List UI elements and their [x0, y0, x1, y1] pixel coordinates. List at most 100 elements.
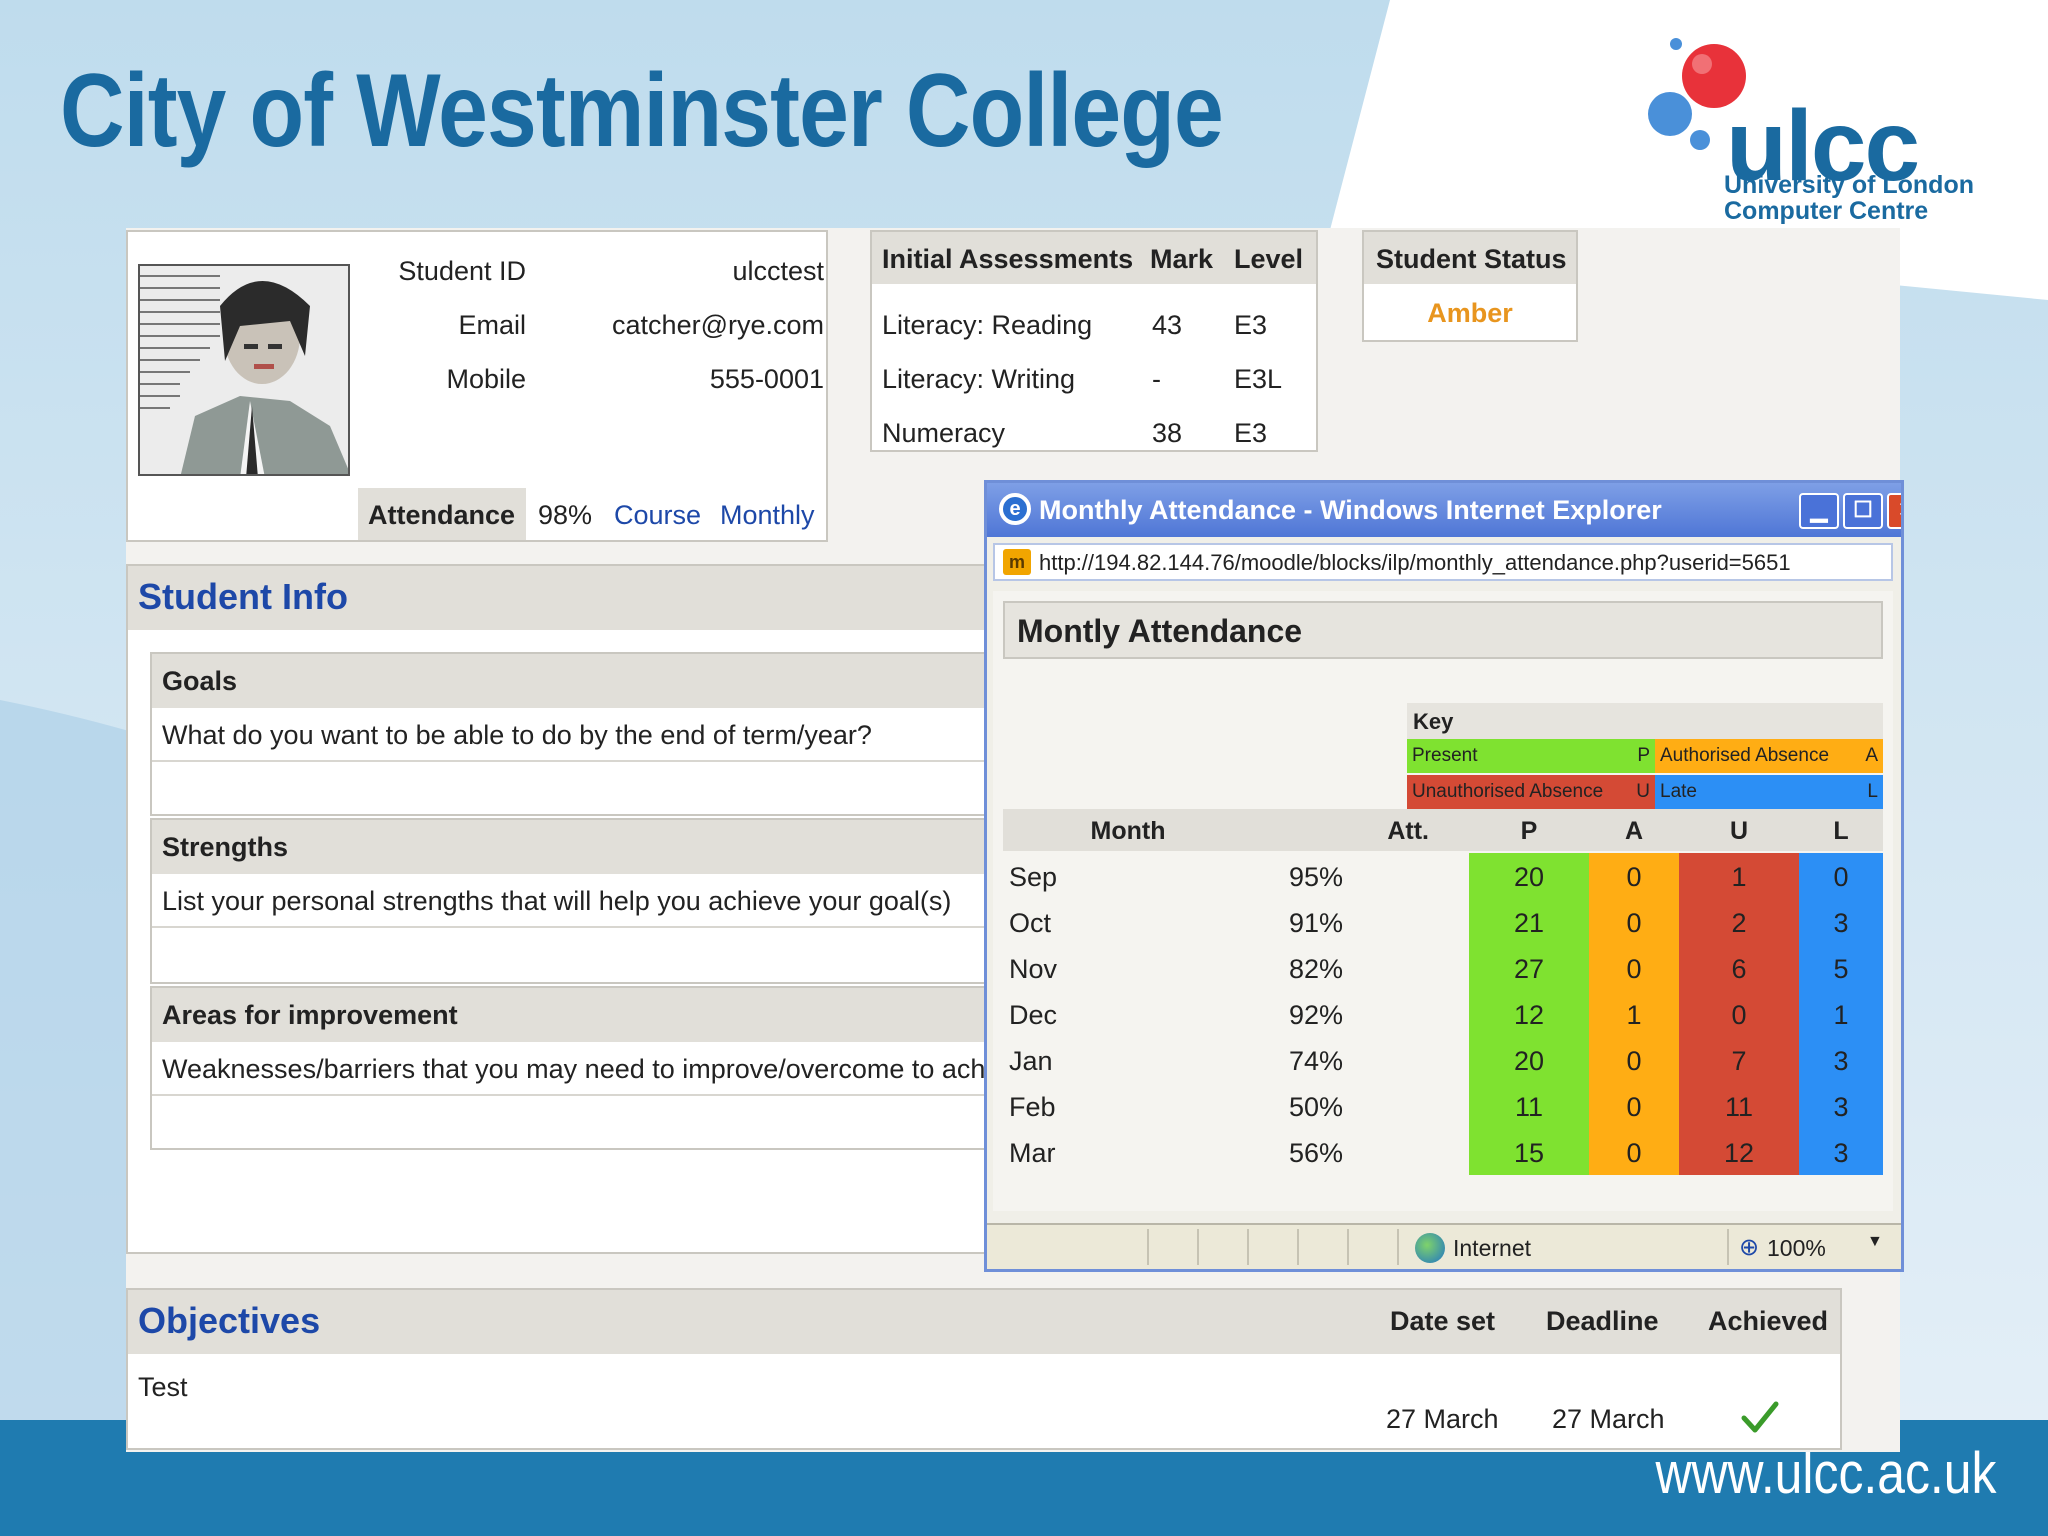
attendance-course-link[interactable]: Course	[614, 500, 701, 531]
maximize-button[interactable]: ☐	[1843, 493, 1883, 529]
authorised-cell: 0	[1589, 1083, 1679, 1129]
present-cell: 11	[1469, 1083, 1589, 1129]
assessment-row-name: Numeracy	[882, 418, 1006, 448]
month-cell: Feb	[1009, 1092, 1056, 1122]
objective-name: Test	[138, 1372, 188, 1402]
key-present-label: Present	[1412, 745, 1478, 766]
assessments-header-level: Level	[1234, 244, 1304, 274]
late-cell: 5	[1799, 945, 1883, 991]
late-cell: 3	[1799, 1129, 1883, 1175]
close-button[interactable]: ✕	[1887, 493, 1901, 529]
assessment-row-level: E3	[1234, 418, 1268, 448]
att-cell: 50%	[1288, 1092, 1343, 1122]
goals-title: Goals	[152, 654, 1108, 708]
assessments-header-name: Initial Assessments	[882, 244, 1134, 274]
assessment-row-mark: 38	[1152, 418, 1183, 448]
mobile-label: Mobile	[446, 364, 526, 394]
attendance-row: Mar 56% 15 0 12 3	[1003, 1129, 1883, 1175]
zoom-icon[interactable]: ⊕	[1739, 1233, 1759, 1262]
status-divider	[1397, 1229, 1399, 1265]
assessment-row-name: Literacy: Reading	[882, 310, 1093, 340]
attendance-row: Sep 95% 20 0 1 0	[1003, 853, 1883, 899]
present-cell: 15	[1469, 1129, 1589, 1175]
att-cell: 95%	[1288, 862, 1343, 892]
internet-zone-label: Internet	[1453, 1235, 1531, 1261]
attendance-monthly-link[interactable]: Monthly	[720, 500, 815, 531]
month-cell: Jan	[1009, 1046, 1053, 1076]
student-id-value: ulcctest	[732, 256, 824, 286]
minimize-button[interactable]: ▁	[1799, 493, 1839, 529]
attendance-row: Oct 91% 21 0 2 3	[1003, 899, 1883, 945]
mobile-value: 555-0001	[709, 364, 824, 394]
objective-deadline: 27 March	[1552, 1404, 1665, 1434]
unauthorised-cell: 6	[1679, 945, 1799, 991]
assessment-names: Literacy: Reading Literacy: Writing Nume…	[882, 298, 1092, 460]
strengths-prompt: List your personal strengths that will h…	[152, 874, 1108, 928]
student-status-header: Student Status	[1364, 232, 1576, 284]
unauthorised-cell: 11	[1679, 1083, 1799, 1129]
student-profile-panel: Student ID Email Mobile ulcctest catcher…	[126, 230, 828, 542]
unauthorised-cell: 7	[1679, 1037, 1799, 1083]
status-divider	[1347, 1229, 1349, 1265]
goals-section: Goals What do you want to be able to do …	[150, 652, 1110, 816]
status-divider	[1147, 1229, 1149, 1265]
window-titlebar[interactable]: e Monthly Attendance - Windows Internet …	[987, 483, 1901, 537]
status-divider	[1197, 1229, 1199, 1265]
objectives-header-date-set: Date set	[1390, 1306, 1496, 1336]
window-content: Montly Attendance Key Present P Authoris…	[993, 591, 1893, 1211]
key-authorised-code: A	[1865, 745, 1878, 766]
late-cell: 0	[1799, 853, 1883, 899]
avatar-illustration-icon	[140, 266, 348, 474]
assessment-row-mark: -	[1152, 364, 1161, 394]
authorised-cell: 0	[1589, 1129, 1679, 1175]
assessment-row-mark: 43	[1152, 310, 1183, 340]
present-cell: 20	[1469, 853, 1589, 899]
att-cell: 74%	[1288, 1046, 1343, 1076]
col-header-month: Month	[1003, 809, 1253, 851]
status-divider	[1297, 1229, 1299, 1265]
attendance-row: Nov 82% 27 0 6 5	[1003, 945, 1883, 991]
month-cell: Mar	[1009, 1138, 1056, 1168]
key-unauthorised-label: Unauthorised Absence	[1412, 781, 1604, 802]
student-id-label: Student ID	[398, 256, 526, 286]
authorised-cell: 0	[1589, 945, 1679, 991]
status-bar: Internet ⊕ 100% ▼	[987, 1223, 1901, 1269]
attendance-row: Feb 50% 11 0 11 3	[1003, 1083, 1883, 1129]
profile-labels: Student ID Email Mobile	[354, 244, 526, 406]
present-cell: 21	[1469, 899, 1589, 945]
key-authorised-label: Authorised Absence	[1660, 745, 1830, 766]
monthly-attendance-window: e Monthly Attendance - Windows Internet …	[984, 480, 1904, 1272]
objectives-header-achieved: Achieved	[1708, 1306, 1829, 1336]
zoom-level[interactable]: 100%	[1767, 1235, 1826, 1262]
student-status-value: Amber	[1427, 298, 1513, 328]
key-unauthorised: Unauthorised Absence U	[1407, 775, 1655, 809]
email-label: Email	[458, 310, 526, 340]
month-cell: Nov	[1009, 954, 1058, 984]
address-bar[interactable]: m http://194.82.144.76/moodle/blocks/ilp…	[993, 543, 1893, 581]
assessment-marks: 43 - 38	[1152, 298, 1182, 460]
initial-assessments-table: Initial Assessments Mark Level Literacy:…	[870, 230, 1318, 452]
att-cell: 56%	[1288, 1138, 1343, 1168]
improvement-title: Areas for improvement	[152, 988, 1108, 1042]
assessment-levels: E3 E3L E3	[1234, 298, 1282, 460]
email-value: catcher@rye.com	[612, 310, 824, 340]
objectives-panel: Objectives Date set Deadline Achieved Te…	[126, 1288, 1842, 1450]
zoom-dropdown-icon[interactable]: ▼	[1867, 1233, 1883, 1251]
col-header-a: A	[1589, 809, 1679, 851]
col-header-l: L	[1799, 809, 1883, 851]
assessments-header-mark: Mark	[1150, 244, 1214, 274]
key-present-code: P	[1637, 745, 1650, 766]
month-cell: Sep	[1009, 862, 1058, 892]
key-late: Late L	[1655, 775, 1883, 809]
key-unauthorised-code: U	[1636, 781, 1650, 802]
authorised-cell: 0	[1589, 853, 1679, 899]
address-url: http://194.82.144.76/moodle/blocks/ilp/m…	[1039, 550, 1791, 575]
month-cell: Dec	[1009, 1000, 1058, 1030]
late-cell: 3	[1799, 899, 1883, 945]
late-cell: 3	[1799, 1083, 1883, 1129]
strengths-title: Strengths	[152, 820, 1108, 874]
attendance-label: Attendance	[358, 488, 526, 540]
internet-explorer-icon: e	[999, 493, 1031, 525]
unauthorised-cell: 0	[1679, 991, 1799, 1037]
student-status-panel: Student Status Amber	[1362, 230, 1578, 342]
